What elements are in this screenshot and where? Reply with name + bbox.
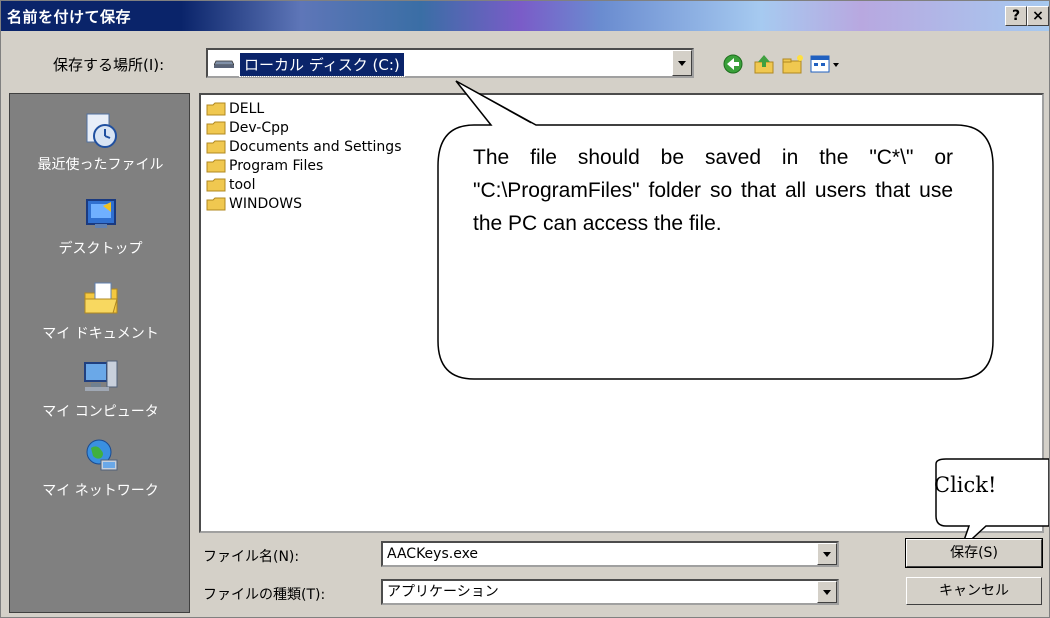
folder-label: Dev-Cpp [229,120,289,136]
folder-item[interactable]: Dev-Cpp [206,119,289,137]
place-desktop[interactable]: デスクトップ [10,194,191,258]
place-recent[interactable]: 最近使ったファイル [10,110,191,174]
place-label: マイ ネットワーク [42,483,159,499]
chevron-down-icon[interactable] [817,581,837,603]
up-folder-icon[interactable] [753,53,777,75]
desktop-icon [85,199,116,228]
click-bubble-text: Click! [934,473,997,497]
chevron-down-icon[interactable] [672,50,692,76]
view-menu-icon[interactable] [809,53,841,75]
save-in-value: ローカル ディスク (C:) [239,52,405,77]
drive-icon [214,60,234,68]
folder-item[interactable]: DELL [206,100,264,118]
title-bar[interactable]: 名前を付けて保存 ? × [1,1,1049,31]
back-icon[interactable] [721,53,745,75]
folder-item[interactable]: Documents and Settings [206,138,401,156]
recent-icon [86,113,117,148]
folder-item[interactable]: tool [206,176,256,194]
filetype-dropdown[interactable]: アプリケーション [381,579,839,605]
folder-label: Program Files [229,158,324,174]
save-button[interactable]: 保存(S) [905,538,1043,568]
place-documents[interactable]: マイ ドキュメント [10,279,191,343]
cancel-button[interactable]: キャンセル [906,577,1042,605]
new-folder-icon[interactable] [781,53,805,75]
filename-field[interactable]: AACKeys.exe [381,541,839,567]
folder-icon [206,102,226,116]
chevron-down-icon[interactable] [817,543,837,565]
documents-icon [84,282,118,314]
folder-label: WINDOWS [229,196,302,212]
computer-icon [83,360,117,391]
save-in-dropdown[interactable]: ローカル ディスク (C:) [206,48,694,78]
network-icon [86,439,117,471]
folder-label: tool [229,177,256,193]
folder-icon [206,159,226,173]
place-label: マイ コンピュータ [42,404,159,420]
filetype-value: アプリケーション [387,584,499,600]
place-label: デスクトップ [58,241,143,257]
window-title: 名前を付けて保存 [7,8,132,26]
folder-icon [206,140,226,154]
place-computer[interactable]: マイ コンピュータ [10,357,191,421]
save-in-label: 保存する場所(I): [53,56,165,74]
place-label: 最近使ったファイル [37,157,164,173]
place-network[interactable]: マイ ネットワーク [10,436,191,500]
save-as-dialog: 名前を付けて保存 ? × 保存する場所(I): ローカル ディスク (C:) 最… [0,0,1050,618]
folder-icon [206,121,226,135]
filename-value: AACKeys.exe [387,546,479,562]
folder-label: DELL [229,101,265,117]
callout-text: The file should be saved in the "C*\" or… [473,146,953,235]
folder-icon [206,178,226,192]
folder-label: Documents and Settings [229,139,402,155]
help-button[interactable]: ? [1005,6,1027,26]
folder-icon [206,197,226,211]
filetype-label: ファイルの種類(T): [203,587,326,603]
place-label: マイ ドキュメント [42,326,159,342]
close-button[interactable]: × [1027,6,1049,26]
folder-item[interactable]: WINDOWS [206,195,302,213]
places-bar: 最近使ったファイル デスクトップ マイ ドキュメント マイ コンピュータ マイ … [9,93,190,613]
filename-label: ファイル名(N): [203,549,300,565]
folder-item[interactable]: Program Files [206,157,323,175]
